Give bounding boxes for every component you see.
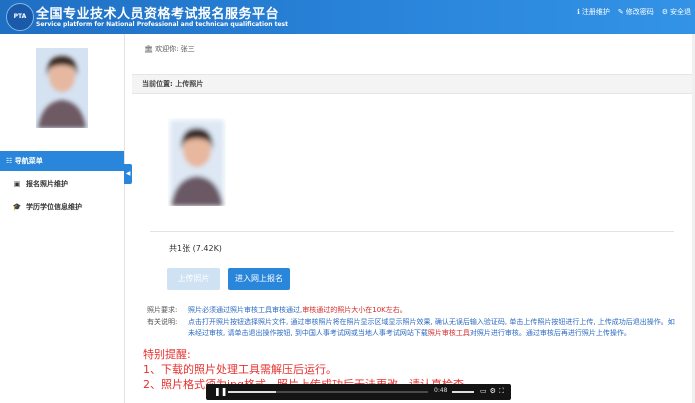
video-progress-track[interactable] xyxy=(228,391,428,393)
instructions-text-c: 对照片进行审核。通过审核后再进行照片上传操作。 xyxy=(469,329,631,337)
gear-icon: ⚙ xyxy=(661,8,668,16)
edit-icon: ✎ xyxy=(617,8,624,16)
video-progress-fill xyxy=(228,391,276,393)
video-control-bar: ❚❚ 0:48 ▭⚙⛶ xyxy=(206,384,511,400)
sidebar-item-education[interactable]: 🎓 学历学位信息维护 xyxy=(0,197,124,217)
user-name: 张三 xyxy=(180,45,195,53)
site-subtitle: Service platform for National Profession… xyxy=(36,21,288,28)
divider xyxy=(150,231,674,232)
image-icon: ▣ xyxy=(13,180,21,188)
nav-menu-header[interactable]: ☷ 导航菜单 xyxy=(0,151,124,171)
breadcrumb: 当前位置: 上传照片 xyxy=(142,80,204,88)
photo-requirement-label: 照片要求: xyxy=(147,306,178,314)
breadcrumb-bar: 当前位置: 上传照片 xyxy=(132,74,692,94)
instructions-text: 点击打开照片按钮选择照片文件, 通过审核照片将在照片显示区域显示照片效果, 确认… xyxy=(188,317,678,339)
graduation-cap-icon: 🎓 xyxy=(12,203,22,211)
upload-photo-button[interactable]: 上传照片 xyxy=(167,268,220,290)
volume-slider[interactable] xyxy=(452,391,474,393)
welcome-text: 🏛 欢迎你: 张三 xyxy=(144,44,195,54)
instructions-label: 有关说明: xyxy=(147,318,178,326)
user-avatar xyxy=(36,48,88,128)
sidebar-item-label: 学历学位信息维护 xyxy=(26,203,82,211)
requirement-text-a: 照片必须通过照片审核工具审核通过, xyxy=(188,306,303,314)
sidebar-item-label: 报名照片维护 xyxy=(26,180,68,188)
header: PTA 全国专业技术人员资格考试报名服务平台 Service platform … xyxy=(0,0,695,34)
video-time: 0:48 xyxy=(434,387,448,394)
info-icon: ℹ xyxy=(577,8,580,16)
nav-menu-title: 导航菜单 xyxy=(14,157,43,165)
menu-icon: ☷ xyxy=(6,157,13,165)
link-label: 安全退 xyxy=(670,8,691,16)
register-maintain-link[interactable]: ℹ 注册维护 xyxy=(577,7,610,17)
enter-online-registration-button[interactable]: 进入网上报名 xyxy=(228,268,290,290)
photo-requirement-text: 照片必须通过照片审核工具审核通过,审核通过的照片大小在10K左右。 xyxy=(188,305,678,316)
photo-count: 共1张 (7.42K) xyxy=(169,244,222,253)
reminder-title: 特别提醒: xyxy=(143,348,191,361)
uploaded-photo xyxy=(168,118,226,206)
logo-text: PTA xyxy=(13,13,27,20)
logout-link[interactable]: ⚙ 安全退 xyxy=(662,7,691,17)
photo-tool-link[interactable]: 照片审核工具 xyxy=(428,329,470,337)
pause-icon[interactable]: ❚❚ xyxy=(214,387,227,396)
link-label: 修改密码 xyxy=(625,8,654,16)
player-controls-icons[interactable]: ▭⚙⛶ xyxy=(480,387,507,396)
requirement-text-b: 审核通过的照片大小在10K左右。 xyxy=(302,306,407,314)
sidebar-item-photo[interactable]: ▣ 报名照片维护 xyxy=(0,174,124,194)
sidebar-collapse-toggle[interactable]: ◀ xyxy=(124,164,132,184)
link-label: 注册维护 xyxy=(581,8,610,16)
site-title: 全国专业技术人员资格考试报名服务平台 xyxy=(36,7,280,22)
welcome-label: 欢迎你: xyxy=(155,45,179,53)
logo: PTA xyxy=(6,3,34,31)
chevron-left-icon: ◀ xyxy=(125,170,131,177)
sidebar: ☷ 导航菜单 ▣ 报名照片维护 🎓 学历学位信息维护 xyxy=(0,34,125,403)
top-links: ℹ 注册维护 ✎ 修改密码 ⚙ 安全退 xyxy=(577,7,691,17)
reminder-line: 1、下载的照片处理工具需解压后运行。 xyxy=(143,363,337,376)
bank-icon: 🏛 xyxy=(144,45,153,53)
change-password-link[interactable]: ✎ 修改密码 xyxy=(618,7,654,17)
